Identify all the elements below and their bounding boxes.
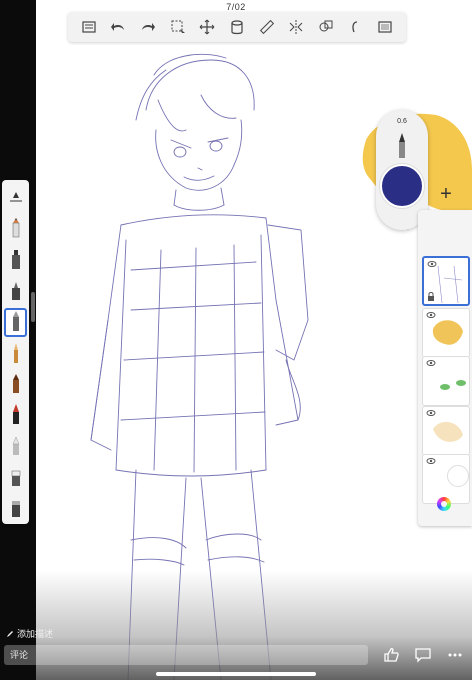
selection-icon[interactable]	[166, 15, 190, 39]
symmetry-icon[interactable]	[284, 15, 308, 39]
ruler-icon[interactable]	[255, 15, 279, 39]
layer-thumb[interactable]	[422, 308, 470, 358]
paint-brush-tool[interactable]	[4, 339, 27, 368]
gallery-icon[interactable]	[77, 15, 101, 39]
comment-icon[interactable]	[414, 646, 432, 664]
text-icon[interactable]	[343, 15, 367, 39]
canvas-view-icon[interactable]	[373, 15, 397, 39]
status-text: 7/02	[226, 2, 246, 12]
color-wheel-icon[interactable]	[437, 497, 451, 511]
soft-brush-tool[interactable]	[4, 431, 27, 460]
add-description-link[interactable]: 添加描述	[6, 627, 53, 640]
current-color-swatch[interactable]	[380, 164, 424, 208]
top-toolbar	[68, 12, 406, 42]
layer-thumb[interactable]	[422, 406, 470, 456]
layer-preview	[433, 421, 463, 442]
undo-icon[interactable]	[106, 15, 130, 39]
eraser-tool[interactable]	[4, 462, 27, 491]
crayon-tool[interactable]	[4, 369, 27, 398]
brush-nib-icon	[399, 133, 405, 158]
brush-toolbar	[2, 180, 29, 524]
brush-size-value[interactable]: 0.6	[376, 118, 428, 125]
shapes-icon[interactable]	[314, 15, 338, 39]
add-description-label: 添加描述	[17, 629, 54, 639]
tool-settings-icon[interactable]	[4, 184, 27, 213]
more-icon[interactable]	[446, 646, 464, 664]
layers-panel	[418, 210, 472, 526]
redo-icon[interactable]	[136, 15, 160, 39]
lock-icon[interactable]	[427, 292, 435, 301]
layer-preview	[432, 320, 463, 345]
smudge-tool[interactable]	[4, 493, 27, 522]
marker-tool[interactable]	[4, 246, 27, 275]
layer-thumb[interactable]	[422, 356, 470, 406]
eye-icon[interactable]	[426, 457, 436, 465]
comment-input[interactable]: 评论	[4, 645, 368, 665]
layer-thumb[interactable]	[422, 256, 470, 306]
layer-fill-icon[interactable]	[225, 15, 249, 39]
pencil-tool[interactable]	[4, 215, 27, 244]
layer-preview	[440, 380, 466, 390]
left-panel-handle[interactable]	[31, 292, 35, 322]
transform-icon[interactable]	[195, 15, 219, 39]
edit-icon	[7, 630, 13, 637]
fine-pen-tool[interactable]	[4, 307, 27, 337]
layer-preview	[447, 465, 469, 487]
add-layer-button[interactable]: +	[432, 180, 460, 208]
airbrush-tool[interactable]	[4, 277, 27, 306]
like-icon[interactable]	[382, 646, 400, 664]
ink-pen-tool[interactable]	[4, 400, 27, 429]
home-indicator	[156, 672, 316, 676]
